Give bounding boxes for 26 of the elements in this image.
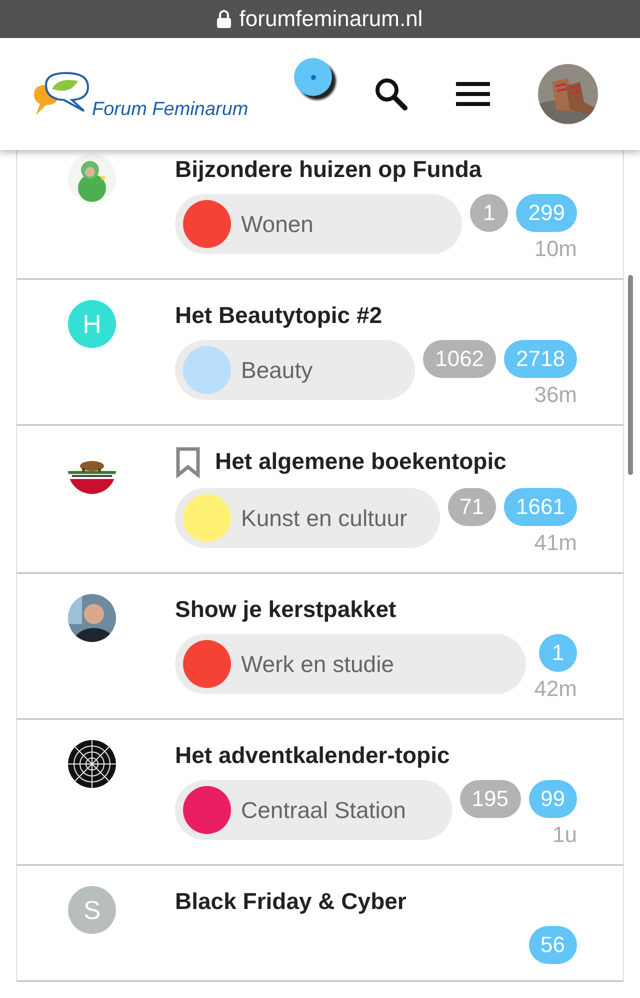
category-tag[interactable]: Werk en studie (175, 634, 526, 694)
category-tag[interactable]: Kunst en cultuur (175, 488, 440, 548)
search-icon (374, 77, 408, 111)
url-text[interactable]: forumfeminarum.nl (239, 6, 423, 32)
lock-icon (217, 10, 232, 28)
activity-time: 1u (552, 822, 577, 848)
activity-time: 42m (534, 676, 577, 702)
topic-title[interactable]: Bijzondere huizen op Funda (175, 154, 482, 184)
site-name[interactable]: Forum Feminarum (92, 99, 248, 121)
category-tag[interactable]: Beauty (175, 340, 416, 400)
menu-button[interactable] (456, 82, 490, 106)
notification-badge[interactable] (294, 58, 332, 96)
activity-time: 10m (534, 236, 577, 262)
category-tag[interactable]: Wonen (175, 194, 462, 254)
scrollbar[interactable] (628, 275, 633, 475)
activity-time: 41m (534, 530, 577, 556)
topic-title[interactable]: Het Beautytopic #2 (175, 300, 382, 330)
search-button[interactable] (374, 77, 408, 111)
menu-icon (456, 82, 490, 106)
bookmark-icon[interactable] (175, 446, 201, 478)
category-tag[interactable]: Centraal Station (175, 780, 452, 840)
activity-time: 36m (534, 382, 577, 408)
topic-title[interactable]: Het algemene boekentopic (215, 446, 506, 476)
topic-title[interactable]: Show je kerstpakket (175, 594, 396, 624)
topic-title[interactable]: Het adventkalender-topic (175, 740, 450, 770)
topic-title[interactable]: Black Friday & Cyber (175, 886, 406, 916)
